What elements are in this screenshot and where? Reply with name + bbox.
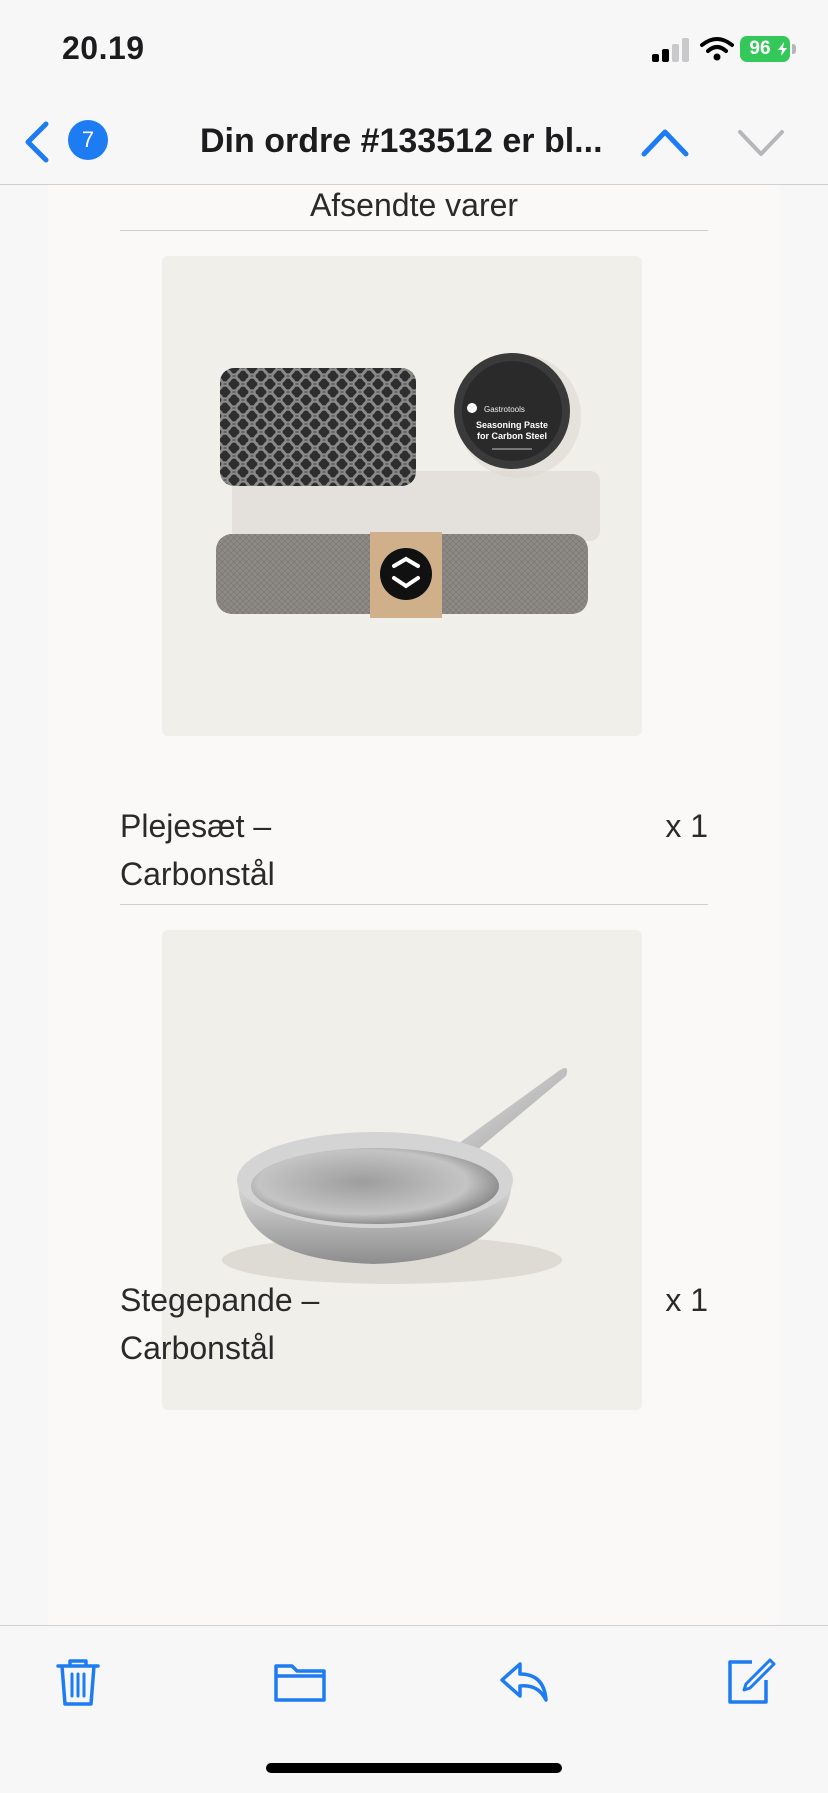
battery-icon: 96 xyxy=(740,36,790,62)
section-title: Afsendte varer xyxy=(309,187,519,223)
home-indicator xyxy=(266,1763,562,1773)
wifi-icon xyxy=(700,37,734,61)
mail-navigation-bar: 7 Din ordre #133512 er bl... xyxy=(0,100,828,185)
unread-count-badge[interactable]: 7 xyxy=(68,120,108,160)
care-set-image: Gastrotools Seasoning Paste for Carbon S… xyxy=(162,256,642,736)
package-brand: Gastrotools xyxy=(484,405,525,414)
product-quantity: x 1 xyxy=(665,808,708,844)
email-subject-title: Din ordre #133512 er bl... xyxy=(200,122,603,160)
divider xyxy=(120,230,708,231)
divider xyxy=(120,904,708,905)
package-line-2: for Carbon Steel xyxy=(477,431,547,441)
product-name: Plejesæt – Carbonstål xyxy=(120,808,275,892)
battery-level: 96 xyxy=(749,38,771,59)
charging-bolt-icon xyxy=(778,42,787,56)
folder-icon[interactable] xyxy=(272,1654,328,1710)
status-bar: 20.19 96 xyxy=(0,0,828,100)
trash-icon[interactable] xyxy=(50,1654,106,1710)
product-quantity: x 1 xyxy=(665,1282,708,1318)
cellular-signal-icon xyxy=(652,38,692,62)
chevron-left-icon[interactable] xyxy=(20,120,54,164)
compose-icon[interactable] xyxy=(722,1654,778,1710)
chevron-down-icon[interactable] xyxy=(736,122,786,162)
status-time: 20.19 xyxy=(62,30,145,66)
package-line-1: Seasoning Paste xyxy=(476,420,548,430)
reply-icon[interactable] xyxy=(496,1654,552,1710)
product-name: Stegepande – Carbonstål xyxy=(120,1282,320,1366)
battery-cap xyxy=(792,44,796,54)
chevron-up-icon[interactable] xyxy=(640,122,690,162)
email-body: Afsendte varer Gastrotools Seasoning Pas… xyxy=(48,185,780,1625)
